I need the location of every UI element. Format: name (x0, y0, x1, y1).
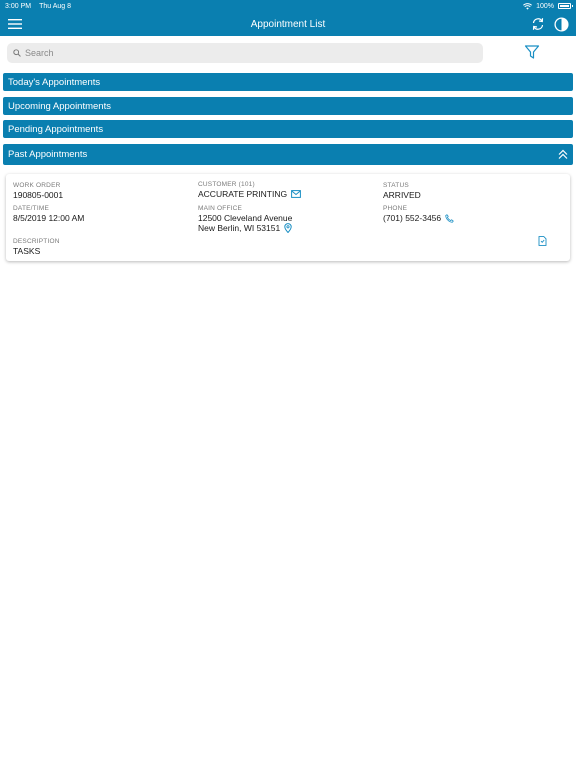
customer-value-row: ACCURATE PRINTING (198, 189, 302, 199)
office-field: MAIN OFFICE 12500 Cleveland Avenue New B… (198, 204, 292, 233)
status-label: STATUS (383, 182, 409, 189)
work-order-value: 190805-0001 (13, 190, 64, 200)
datetime-field: DATE/TIME 8/5/2019 12:00 AM (13, 204, 84, 223)
phone-label: PHONE (383, 205, 408, 212)
description-field: DESCRIPTION TASKS (13, 237, 60, 256)
nav-bar: Appointment List (0, 12, 576, 36)
office-label: MAIN OFFICE (198, 205, 243, 212)
datetime-value: 8/5/2019 12:00 AM (13, 213, 85, 223)
battery-icon (558, 3, 573, 9)
section-label: Today's Appointments (8, 76, 101, 88)
appointment-card[interactable]: WORK ORDER 190805-0001 DATE/TIME 8/5/201… (6, 174, 570, 261)
address-line2-row: New Berlin, WI 53151 (198, 223, 292, 233)
refresh-button[interactable] (528, 15, 548, 33)
search-box[interactable] (7, 43, 483, 63)
address-line1: 12500 Cleveland Avenue (198, 213, 293, 223)
customer-label: CUSTOMER (101) (198, 181, 255, 188)
wifi-icon (523, 2, 533, 10)
section-pending-appointments[interactable]: Pending Appointments (3, 120, 573, 138)
status-bar: 3:00 PM Thu Aug 8 100% (0, 0, 576, 12)
document-icon[interactable] (538, 236, 547, 246)
refresh-icon (532, 18, 544, 30)
map-pin-icon[interactable] (284, 223, 292, 233)
section-label: Upcoming Appointments (8, 100, 111, 112)
search-row (0, 36, 576, 70)
battery-percent: 100% (536, 2, 554, 10)
filter-icon (524, 45, 540, 59)
address-line2: New Berlin, WI 53151 (198, 223, 281, 233)
section-label: Pending Appointments (8, 123, 104, 135)
section-label: Past Appointments (8, 149, 88, 160)
phone-value-row: (701) 552-3456 (383, 213, 454, 223)
work-order-field: WORK ORDER 190805-0001 (13, 181, 63, 200)
section-past-appointments[interactable]: Past Appointments (3, 144, 573, 165)
status-time: 3:00 PM (5, 2, 32, 10)
filter-button[interactable] (524, 44, 540, 60)
section-todays-appointments[interactable]: Today's Appointments (3, 73, 573, 91)
status-date: Thu Aug 8 (39, 2, 71, 10)
phone-field: PHONE (701) 552-3456 (383, 204, 454, 223)
search-input[interactable] (25, 48, 465, 58)
section-upcoming-appointments[interactable]: Upcoming Appointments (3, 97, 573, 115)
contrast-button[interactable] (551, 15, 571, 33)
phone-icon[interactable] (445, 213, 454, 223)
description-value: TASKS (13, 246, 41, 256)
email-icon[interactable] (291, 190, 302, 198)
datetime-label: DATE/TIME (13, 205, 49, 212)
menu-button[interactable] (5, 15, 25, 33)
chevron-double-up-icon[interactable] (558, 149, 568, 160)
search-icon (13, 49, 21, 57)
customer-field: CUSTOMER (101) ACCURATE PRINTING (198, 180, 302, 199)
work-order-label: WORK ORDER (13, 182, 61, 189)
status-value: ARRIVED (383, 190, 421, 200)
customer-name: ACCURATE PRINTING (198, 189, 288, 199)
description-label: DESCRIPTION (13, 238, 60, 245)
status-field: STATUS ARRIVED (383, 181, 421, 200)
hamburger-menu-icon (8, 19, 22, 29)
page-title: Appointment List (250, 18, 326, 30)
phone-number: (701) 552-3456 (383, 213, 442, 223)
contrast-icon (553, 16, 569, 32)
